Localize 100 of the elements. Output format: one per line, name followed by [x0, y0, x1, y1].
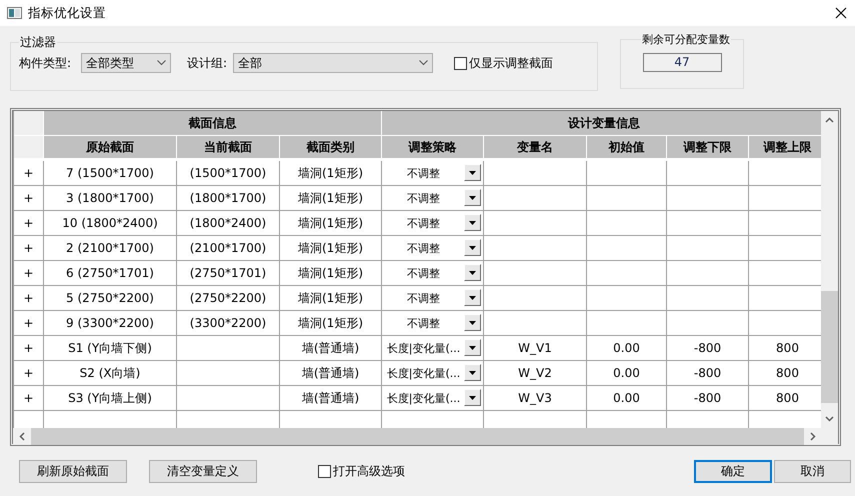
table-cell: 0.00 [587, 361, 667, 386]
caret-icon [469, 370, 476, 374]
column-header[interactable]: 调整上限 [749, 136, 821, 159]
table-cell: S1 (Y向墙下侧) [44, 336, 177, 361]
group-label: 剩余可分配变量数 [641, 32, 731, 47]
table-cell: -800 [667, 336, 749, 361]
column-header[interactable]: 调整下限 [667, 136, 749, 159]
expand-toggle[interactable]: + [14, 361, 44, 386]
expand-toggle[interactable]: + [14, 236, 44, 261]
expand-toggle[interactable]: + [14, 311, 44, 336]
horizontal-scrollbar[interactable] [13, 428, 821, 445]
table-cell: 墙洞(1矩形) [280, 161, 382, 186]
table-cell: (1800*1700) [177, 186, 280, 211]
caret-icon [469, 296, 476, 300]
strategy-dropdown[interactable]: 不调整 [382, 211, 484, 236]
strategy-dropdown[interactable]: 不调整 [382, 236, 484, 261]
table-cell: W_V3 [484, 386, 587, 411]
expand-toggle[interactable]: + [14, 186, 44, 211]
table-cell: 0.00 [587, 336, 667, 361]
caret-icon [469, 220, 476, 224]
column-header[interactable]: 截面类别 [280, 136, 382, 159]
design-group-dropdown[interactable]: 全部 [233, 53, 434, 73]
strategy-dropdown[interactable]: 长度|变化量(... [382, 336, 484, 361]
table-cell: 墙洞(1矩形) [280, 186, 382, 211]
table-cell: 5 (2750*2200) [44, 286, 177, 311]
strategy-dropdown[interactable]: 不调整 [382, 311, 484, 336]
column-header[interactable]: 变量名 [484, 136, 587, 159]
caret-icon [469, 396, 476, 400]
component-type-dropdown[interactable]: 全部类型 [81, 53, 172, 73]
refresh-button[interactable]: 刷新原始截面 [19, 460, 127, 482]
table-cell: 墙洞(1矩形) [280, 236, 382, 261]
strategy-dropdown[interactable]: 不调整 [382, 161, 484, 186]
table-cell: (1500*1700) [177, 161, 280, 186]
table-cell: 3 (1800*1700) [44, 186, 177, 211]
table-cell: W_V2 [484, 361, 587, 386]
group-header: 设计变量信息 [382, 111, 821, 136]
scroll-right-icon[interactable] [810, 432, 816, 441]
table-cell: S2 (X向墙) [44, 361, 177, 386]
strategy-dropdown[interactable]: 长度|变化量(... [382, 386, 484, 411]
table-cell: 墙洞(1矩形) [280, 211, 382, 236]
group-label: 过滤器 [19, 34, 57, 51]
window-icon [7, 7, 22, 19]
expand-toggle[interactable]: + [14, 161, 44, 186]
caret-icon [469, 320, 476, 324]
chevron-down-icon [157, 60, 166, 66]
checkbox-label[interactable]: 仅显示调整截面 [469, 54, 554, 72]
table-cell: 墙洞(1矩形) [280, 286, 382, 311]
table-cell: 10 (1800*2400) [44, 211, 177, 236]
count-field: 47 [642, 53, 722, 72]
table-cell: 2 (2100*1700) [44, 236, 177, 261]
table-cell: 墙(普通墙) [280, 336, 382, 361]
caret-icon [469, 346, 476, 350]
table-cell: 0.00 [587, 386, 667, 411]
column-header[interactable]: 当前截面 [177, 136, 280, 159]
field-label: 设计组: [187, 54, 228, 72]
close-icon[interactable] [835, 7, 847, 19]
table-cell: (2750*1701) [177, 261, 280, 286]
expand-toggle[interactable]: + [14, 211, 44, 236]
table-cell: 墙洞(1矩形) [280, 311, 382, 336]
expand-toggle[interactable]: + [14, 286, 44, 311]
field-label: 构件类型: [19, 54, 72, 72]
scroll-up-icon[interactable] [825, 117, 834, 123]
table-cell: (3300*2200) [177, 311, 280, 336]
expand-toggle[interactable]: + [14, 261, 44, 286]
strategy-dropdown[interactable]: 不调整 [382, 286, 484, 311]
ok-button[interactable]: 确定 [694, 460, 772, 482]
table-cell: 7 (1500*1700) [44, 161, 177, 186]
caret-icon [469, 170, 476, 174]
table-cell: (1800*2400) [177, 211, 280, 236]
expand-toggle[interactable]: + [14, 336, 44, 361]
table-cell: -800 [667, 386, 749, 411]
table-cell: 墙(普通墙) [280, 386, 382, 411]
column-header[interactable]: 初始值 [587, 136, 667, 159]
scroll-left-icon[interactable] [19, 432, 25, 441]
table-cell: 6 (2750*1701) [44, 261, 177, 286]
corner-header [14, 111, 44, 136]
window-title: 指标优化设置 [28, 4, 107, 22]
group-header: 截面信息 [44, 111, 382, 136]
checkbox[interactable] [318, 464, 331, 478]
table-cell: 墙(普通墙) [280, 361, 382, 386]
strategy-dropdown[interactable]: 不调整 [382, 186, 484, 211]
table-cell: (2100*1700) [177, 236, 280, 261]
checkbox-label[interactable]: 打开高级选项 [333, 462, 405, 480]
scroll-thumb[interactable] [821, 291, 838, 403]
clear-button[interactable]: 清空变量定义 [149, 460, 257, 482]
strategy-dropdown[interactable]: 不调整 [382, 261, 484, 286]
checkbox[interactable] [454, 56, 468, 70]
caret-icon [469, 270, 476, 274]
caret-icon [469, 246, 476, 250]
scroll-down-icon[interactable] [825, 416, 834, 422]
table-cell: 9 (3300*2200) [44, 311, 177, 336]
cancel-button[interactable]: 取消 [774, 460, 851, 482]
table-cell: 墙洞(1矩形) [280, 261, 382, 286]
column-header[interactable]: 调整策略 [382, 136, 484, 159]
table-cell: W_V1 [484, 336, 587, 361]
table-cell: (2750*2200) [177, 286, 280, 311]
expand-toggle[interactable]: + [14, 386, 44, 411]
table-cell: -800 [667, 361, 749, 386]
column-header[interactable]: 原始截面 [44, 136, 177, 159]
strategy-dropdown[interactable]: 长度|变化量(... [382, 361, 484, 386]
